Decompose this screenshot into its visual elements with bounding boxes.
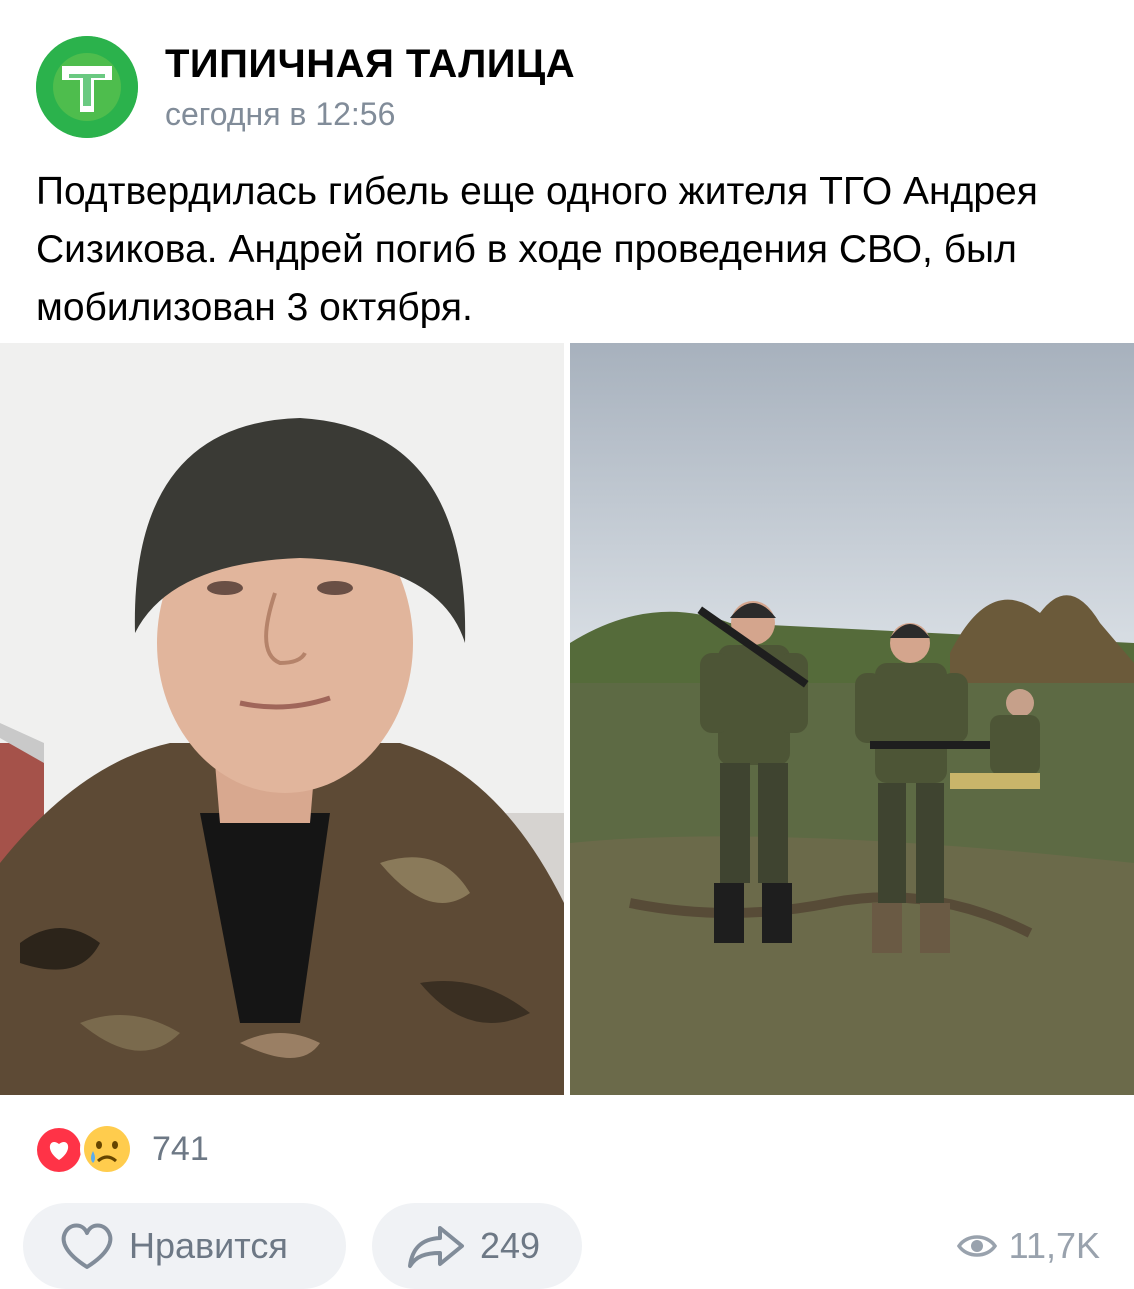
views-count: 11,7K [1008, 1225, 1100, 1266]
share-arrow-icon [408, 1226, 464, 1268]
eye-icon [956, 1235, 997, 1257]
reactions-summary[interactable]: 741 [34, 1122, 334, 1176]
author-name[interactable]: ТИПИЧНАЯ ТАЛИЦА [165, 42, 575, 87]
community-avatar[interactable] [36, 36, 138, 138]
views-counter: 11,7K [956, 1225, 1100, 1267]
post-time[interactable]: сегодня в 12:56 [165, 96, 395, 133]
post-photo-portrait[interactable] [0, 343, 564, 1095]
like-button[interactable]: Нравится [23, 1203, 346, 1289]
post-text: Подтвердилась гибель еще одного жителя Т… [36, 170, 1038, 329]
community-logo-icon [36, 36, 138, 138]
share-button[interactable]: 249 [372, 1203, 582, 1289]
post-header: ТИПИЧНАЯ ТАЛИЦА сегодня в 12:56 [0, 0, 1134, 150]
like-label: Нравится [129, 1225, 288, 1266]
heart-outline-icon [61, 1223, 113, 1269]
post-photo-soldiers[interactable] [570, 343, 1134, 1095]
heart-icon [34, 1125, 84, 1175]
crying-face-icon [80, 1122, 134, 1176]
reaction-count: 741 [152, 1130, 209, 1168]
share-count: 249 [480, 1225, 541, 1266]
